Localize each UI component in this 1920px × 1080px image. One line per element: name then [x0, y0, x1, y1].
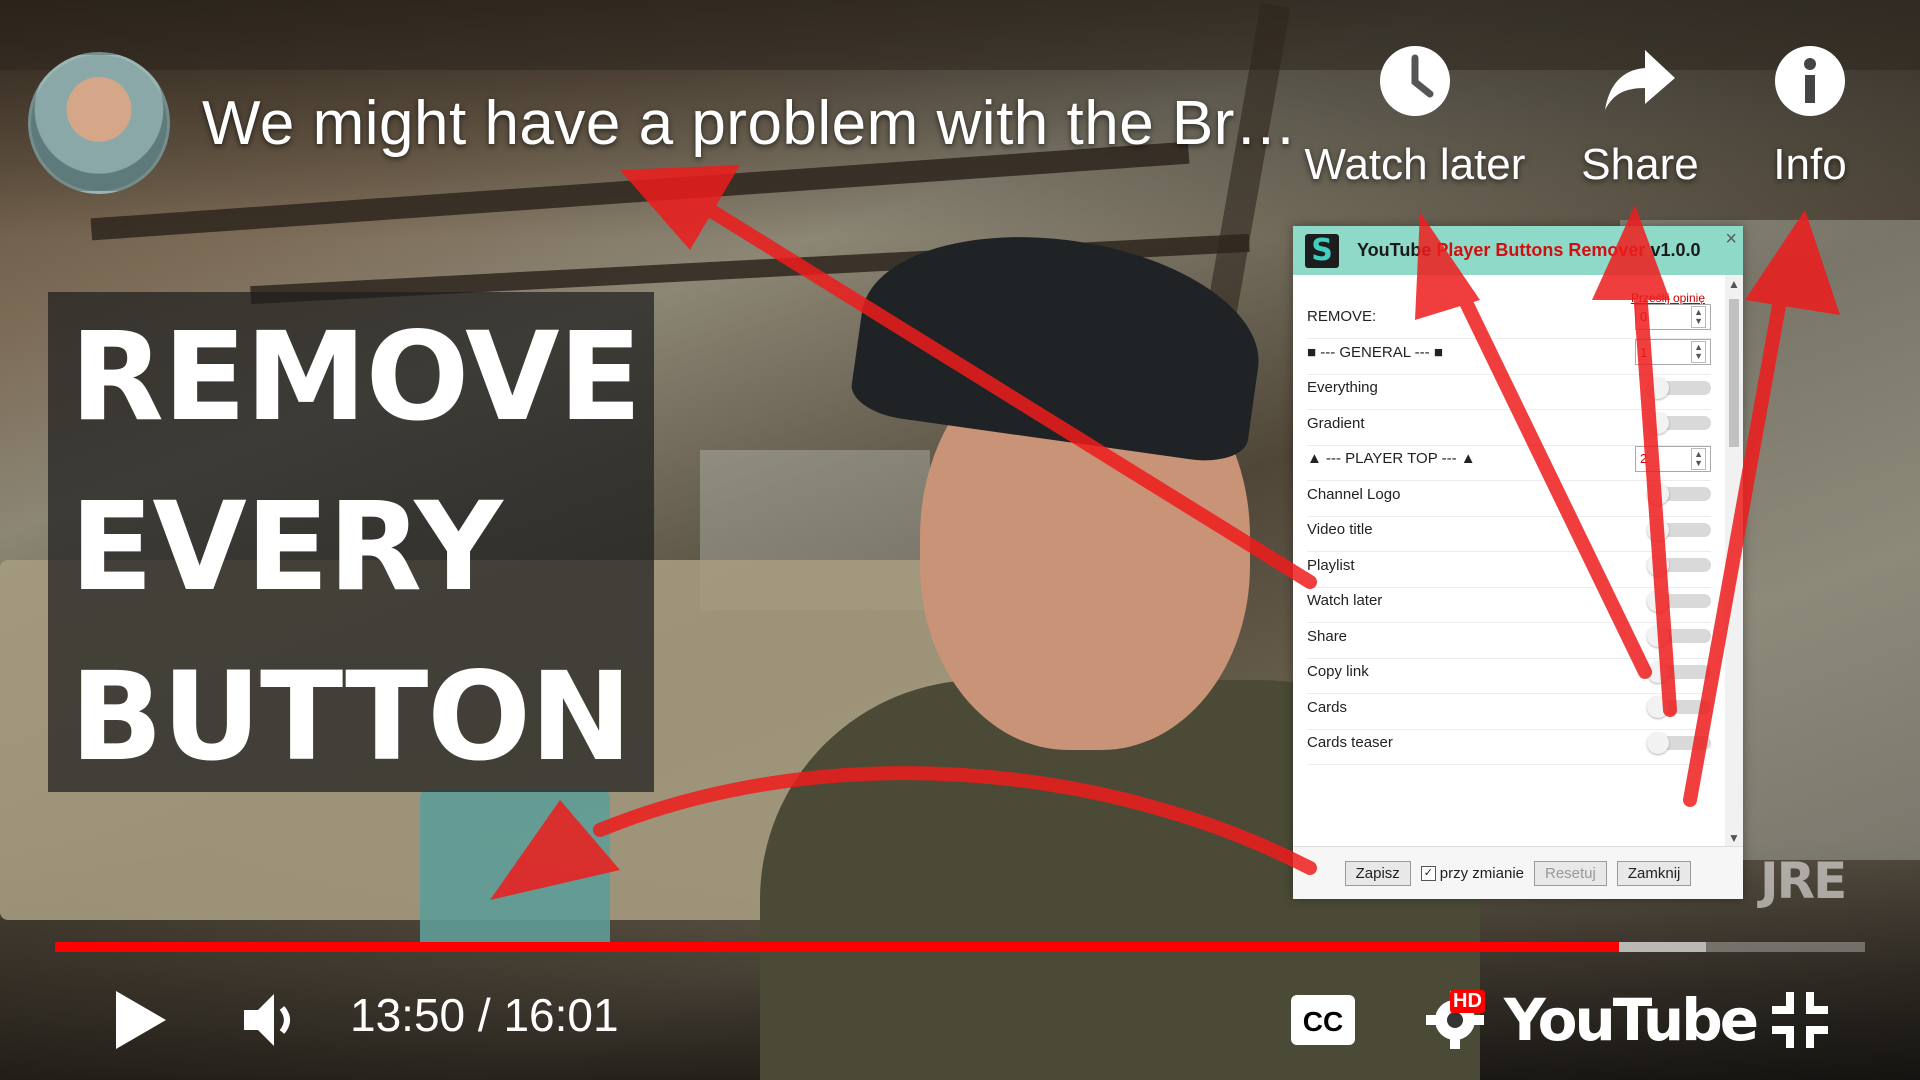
number-stepper[interactable]: 0 ▲ ▼ — [1635, 303, 1711, 330]
play-icon — [116, 991, 166, 1049]
popup-scrollbar[interactable]: ▲ ▼ — [1725, 275, 1743, 847]
info-icon — [1773, 44, 1847, 118]
play-button[interactable] — [100, 980, 180, 1060]
thumbnail-text-box: REMOVE EVERY BUTTON — [48, 292, 654, 792]
toggle-switch[interactable] — [1647, 660, 1711, 683]
toggle-switch[interactable] — [1647, 696, 1711, 718]
fullscreen-exit-icon — [1772, 992, 1828, 1048]
reset-button[interactable]: Resetuj — [1534, 860, 1607, 886]
setting-label: Channel Logo — [1307, 485, 1401, 503]
youtube-logo[interactable]: YouTube — [1504, 980, 1759, 1060]
setting-label: Watch later — [1307, 592, 1383, 609]
settings-button[interactable]: HD — [1410, 980, 1500, 1060]
toggle-switch[interactable] — [1647, 412, 1711, 434]
popup-settings-list: Prześlij opinię REMOVE: 0 ▲ ▼ ■ --- GENERAL … — [1293, 275, 1725, 847]
setting-row: Cards teaser — [1307, 721, 1711, 765]
scroll-up-icon[interactable]: ▲ — [1728, 277, 1740, 291]
watch-later-button[interactable]: Watch later — [1290, 44, 1540, 190]
setting-label: Cards — [1307, 698, 1348, 716]
setting-label: ▲ --- PLAYER TOP --- ▲ — [1307, 450, 1476, 467]
watch-later-label: Watch later — [1304, 140, 1526, 189]
popup-title-part2: Player Buttons Remover — [1436, 240, 1646, 260]
number-value: 2 — [1640, 451, 1648, 466]
extension-logo: S — [1305, 233, 1339, 268]
save-button[interactable]: Zapisz — [1344, 860, 1411, 886]
share-label: Share — [1581, 140, 1699, 189]
number-stepper[interactable]: 1 ▲ ▼ — [1635, 339, 1711, 365]
setting-label: REMOVE: — [1307, 308, 1377, 325]
overlay-line-1: REMOVE — [70, 306, 642, 448]
volume-icon — [244, 994, 290, 1046]
scroll-down-icon[interactable]: ▼ — [1728, 831, 1740, 845]
share-arrow-icon — [1603, 44, 1677, 118]
toggle-switch[interactable] — [1647, 589, 1711, 612]
video-title[interactable]: We might have a problem with the Br… — [202, 88, 1297, 159]
exit-fullscreen-button[interactable] — [1765, 985, 1835, 1055]
toggle-switch[interactable] — [1647, 731, 1711, 754]
spinner-arrows-icon[interactable]: ▲ ▼ — [1691, 341, 1706, 363]
setting-label: Copy link — [1307, 663, 1369, 680]
setting-label: Everything — [1307, 379, 1378, 396]
channel-avatar[interactable] — [28, 52, 170, 194]
captions-button[interactable]: CC — [1285, 985, 1361, 1055]
cc-text: CC — [1303, 1006, 1343, 1037]
info-label: Info — [1773, 140, 1847, 189]
on-change-label: przy zmianie — [1439, 864, 1524, 882]
spinner-arrows-icon[interactable]: ▲ ▼ — [1691, 305, 1706, 328]
progress-bar[interactable] — [55, 942, 1865, 952]
progress-played — [55, 942, 1619, 952]
volume-button[interactable] — [230, 980, 310, 1060]
setting-label: Share — [1307, 627, 1348, 645]
toggle-switch[interactable] — [1647, 518, 1711, 541]
popup-title: YouTube Player Buttons Remover v1.0.0 — [1357, 240, 1700, 261]
number-value: 0 — [1640, 309, 1648, 324]
close-button[interactable]: Zamknij — [1616, 860, 1692, 886]
setting-label: Playlist — [1307, 556, 1355, 574]
on-change-checkbox[interactable]: ✓ przy zmianie — [1420, 864, 1524, 882]
hd-badge: HD — [1450, 990, 1485, 1013]
share-button[interactable]: Share — [1560, 44, 1720, 190]
toggle-switch[interactable] — [1647, 483, 1711, 505]
spinner-arrows-icon[interactable]: ▲ ▼ — [1691, 447, 1706, 470]
popup-footer: Zapisz ✓ przy zmianie Resetuj Zamknij — [1293, 846, 1743, 899]
setting-label: Video title — [1307, 521, 1373, 538]
cc-icon: CC — [1291, 995, 1355, 1045]
toggle-switch[interactable] — [1647, 376, 1711, 399]
popup-title-part1: YouTube — [1357, 240, 1432, 260]
toggle-switch[interactable] — [1647, 625, 1711, 647]
setting-label: ■ --- GENERAL --- ■ — [1307, 343, 1443, 361]
time-display: 13:50 / 16:01 — [350, 989, 619, 1041]
extension-popup: S YouTube Player Buttons Remover v1.0.0 … — [1293, 226, 1743, 899]
checkbox-check-icon: ✓ — [1420, 865, 1436, 881]
number-stepper[interactable]: 2 ▲ ▼ — [1635, 445, 1711, 472]
popup-header: S YouTube Player Buttons Remover v1.0.0 … — [1293, 226, 1743, 275]
info-button[interactable]: Info — [1745, 44, 1875, 190]
popup-title-version: v1.0.0 — [1650, 240, 1701, 260]
setting-label: Cards teaser — [1307, 734, 1393, 751]
overlay-line-2: EVERY — [70, 476, 503, 618]
setting-label: Gradient — [1307, 414, 1365, 432]
clock-icon — [1378, 44, 1452, 118]
channel-watermark[interactable]: JRE — [1760, 852, 1847, 910]
scrollbar-thumb[interactable] — [1729, 299, 1739, 447]
popup-close-button[interactable]: × — [1725, 228, 1737, 251]
number-value: 1 — [1640, 344, 1648, 360]
overlay-line-3: BUTTON — [70, 646, 632, 788]
toggle-switch[interactable] — [1647, 554, 1711, 576]
